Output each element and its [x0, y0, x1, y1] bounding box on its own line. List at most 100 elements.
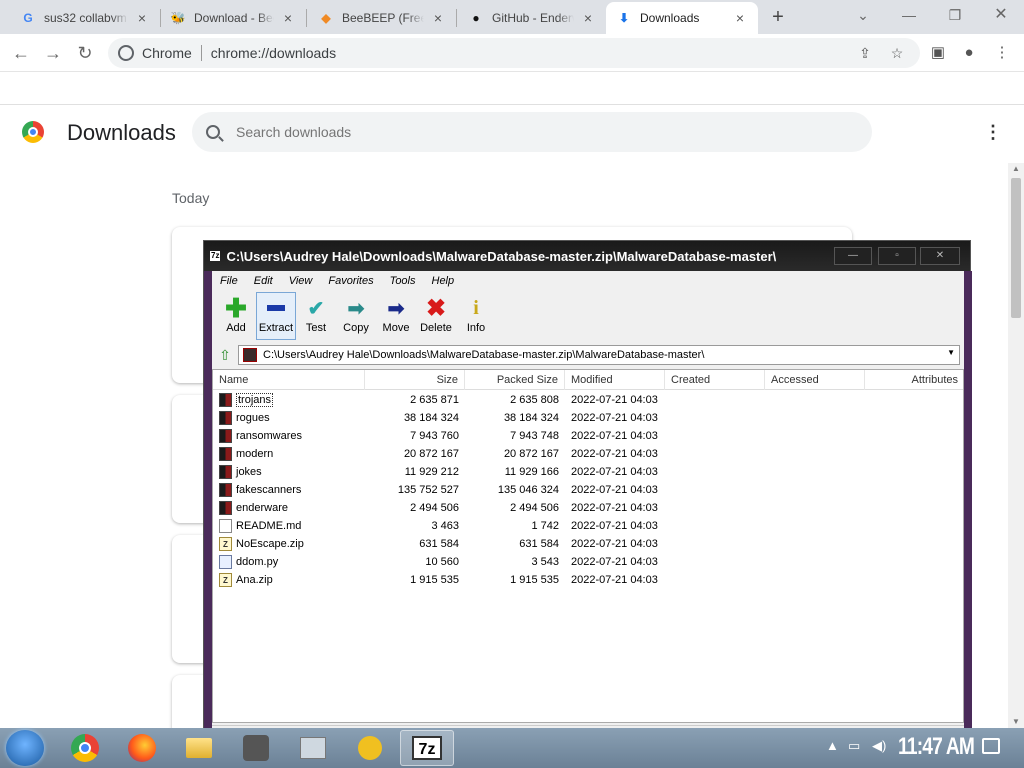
cell-name: fakescanners [236, 484, 302, 496]
move-arrow-icon: ➡ [387, 297, 405, 320]
close-icon[interactable]: × [732, 10, 748, 26]
forward-button[interactable]: → [40, 40, 66, 66]
table-row[interactable]: README.md 3 463 1 742 2022-07-21 04:03 [213, 517, 963, 535]
column-modified[interactable]: Modified [565, 370, 665, 390]
cell-name: NoEscape.zip [236, 538, 304, 550]
volume-icon[interactable]: ◀) [872, 738, 886, 754]
folder-icon [219, 393, 232, 407]
profile-avatar-icon[interactable]: ● [959, 43, 979, 63]
search-input[interactable] [236, 124, 836, 140]
column-size[interactable]: Size [365, 370, 465, 390]
start-button[interactable] [6, 730, 44, 766]
table-row[interactable]: ddom.py 10 560 3 543 2022-07-21 04:03 [213, 553, 963, 571]
page-title: Downloads [67, 120, 176, 145]
menu-view[interactable]: View [281, 275, 321, 287]
tab-label: GitHub - Enderware [492, 11, 574, 25]
folder-icon [219, 483, 232, 497]
address-row: ⇧ C:\Users\Audrey Hale\Downloads\Malware… [212, 343, 964, 367]
side-panel-icon[interactable]: ▣ [928, 43, 948, 63]
search-box[interactable] [192, 112, 872, 152]
reload-button[interactable]: ↻ [72, 40, 98, 66]
bookmark-star-icon[interactable]: ☆ [888, 44, 906, 62]
more-options-icon[interactable]: ⋮ [984, 123, 1002, 143]
scrollbar-thumb[interactable] [1011, 178, 1021, 318]
table-row[interactable]: rogues 38 184 324 38 184 324 2022-07-21 04:… [213, 409, 963, 427]
address-bar[interactable]: Chrome chrome://downloads [108, 38, 920, 68]
search-icon [206, 125, 220, 139]
extract-button[interactable]: Extract [256, 292, 296, 340]
cell-packed: 1 915 535 [510, 574, 559, 586]
up-folder-icon[interactable]: ⇧ [212, 344, 238, 366]
delete-button[interactable]: ✖ Delete [416, 292, 456, 340]
cell-name: Ana.zip [236, 574, 273, 586]
clock[interactable]: 11:47 AM [898, 733, 975, 761]
path-text: C:\Users\Audrey Hale\Downloads\MalwareDa… [263, 349, 705, 361]
notification-icon[interactable] [982, 738, 1000, 754]
cell-size: 11 929 212 [404, 466, 459, 478]
tab-sus32[interactable]: G sus32 collabvm × [10, 2, 160, 34]
copy-button[interactable]: ➡ Copy [336, 292, 376, 340]
tab-download-beebeep[interactable]: 🐝 Download - BeeBEEP × [160, 2, 306, 34]
taskbar-explorer[interactable] [172, 730, 226, 766]
cell-size: 2 635 871 [410, 394, 459, 406]
menu-edit[interactable]: Edit [246, 275, 281, 287]
test-button[interactable]: ✔ Test [296, 292, 336, 340]
new-tab-button[interactable]: + [766, 4, 790, 30]
add-button[interactable]: ✚ Add [216, 292, 256, 340]
table-row[interactable]: trojans 2 635 871 2 635 808 2022-07-21 04:0… [213, 391, 963, 409]
back-button[interactable]: ← [8, 40, 34, 66]
taskbar-beebeep[interactable] [343, 730, 397, 766]
table-row[interactable]: Ana.zip 1 915 535 1 915 535 2022-07-21 04:0… [213, 571, 963, 590]
column-attributes[interactable]: Attributes [865, 370, 963, 390]
column-accessed[interactable]: Accessed [765, 370, 865, 390]
tool-label: Extract [258, 322, 294, 334]
close-icon[interactable]: × [134, 10, 150, 26]
restore-button[interactable]: ❐ [932, 0, 978, 30]
tab-search-icon[interactable]: ⌄ [840, 0, 886, 30]
tab-downloads[interactable]: ⬇ Downloads × [606, 2, 758, 34]
folder-icon [219, 465, 232, 479]
tool-label: Delete [420, 322, 452, 334]
close-window-button[interactable]: ✕ [978, 0, 1024, 30]
maximize-button[interactable]: ▫ [878, 247, 916, 265]
folder-icon [219, 411, 232, 425]
table-row[interactable]: enderware 2 494 506 2 494 506 2022-07-21 04… [213, 499, 963, 517]
cell-modified: 2022-07-21 04:03 [571, 484, 658, 496]
taskbar-chrome[interactable] [58, 730, 112, 766]
table-row[interactable]: NoEscape.zip 631 584 631 584 2022-07-21 04:… [213, 535, 963, 554]
path-combobox[interactable]: C:\Users\Audrey Hale\Downloads\MalwareDa… [238, 345, 960, 365]
info-button[interactable]: i Info [456, 292, 496, 340]
close-button[interactable]: ✕ [920, 247, 960, 265]
table-row[interactable]: modern 20 872 167 20 872 167 2022-07-21 04:… [213, 445, 963, 463]
chrome-menu-icon[interactable]: ⋮ [992, 43, 1012, 63]
move-button[interactable]: ➡ Move [376, 292, 416, 340]
column-packed-size[interactable]: Packed Size [465, 370, 565, 390]
close-icon[interactable]: × [580, 10, 596, 26]
taskbar-app[interactable] [286, 730, 340, 766]
taskbar-app[interactable] [229, 730, 283, 766]
menu-favorites[interactable]: Favorites [320, 275, 381, 287]
menu-file[interactable]: File [212, 275, 246, 287]
table-row[interactable]: jokes 11 929 212 11 929 166 2022-07-21 04:0… [213, 463, 963, 481]
tab-github-enderware[interactable]: ● GitHub - Enderware × [458, 2, 606, 34]
minimize-button[interactable]: — [886, 0, 932, 30]
share-icon[interactable]: ⇪ [856, 44, 874, 62]
tool-label: Test [305, 322, 327, 334]
taskbar-firefox[interactable] [115, 730, 169, 766]
taskbar-7zip[interactable]: 7z [400, 730, 454, 766]
chevron-down-icon[interactable]: ▼ [947, 348, 955, 357]
column-name[interactable]: Name [213, 370, 365, 390]
tab-beebeep-free[interactable]: ◆ BeeBEEP (Free) × [308, 2, 456, 34]
menu-tools[interactable]: Tools [382, 275, 424, 287]
page-scrollbar[interactable]: ▲ ▼ [1008, 163, 1024, 728]
close-icon[interactable]: × [430, 10, 446, 26]
close-icon[interactable]: × [280, 10, 296, 26]
table-row[interactable]: fakescanners 135 752 527 135 046 324 2022-0… [213, 481, 963, 499]
minimize-button[interactable]: — [834, 247, 872, 265]
menu-help[interactable]: Help [424, 275, 463, 287]
network-icon[interactable]: ▭ [848, 738, 860, 754]
tray-expand-icon[interactable]: ▲ [826, 738, 839, 753]
cell-name: trojans [236, 391, 376, 409]
table-row[interactable]: ransomwares 7 943 760 7 943 748 2022-07-21 … [213, 427, 963, 445]
column-created[interactable]: Created [665, 370, 765, 390]
